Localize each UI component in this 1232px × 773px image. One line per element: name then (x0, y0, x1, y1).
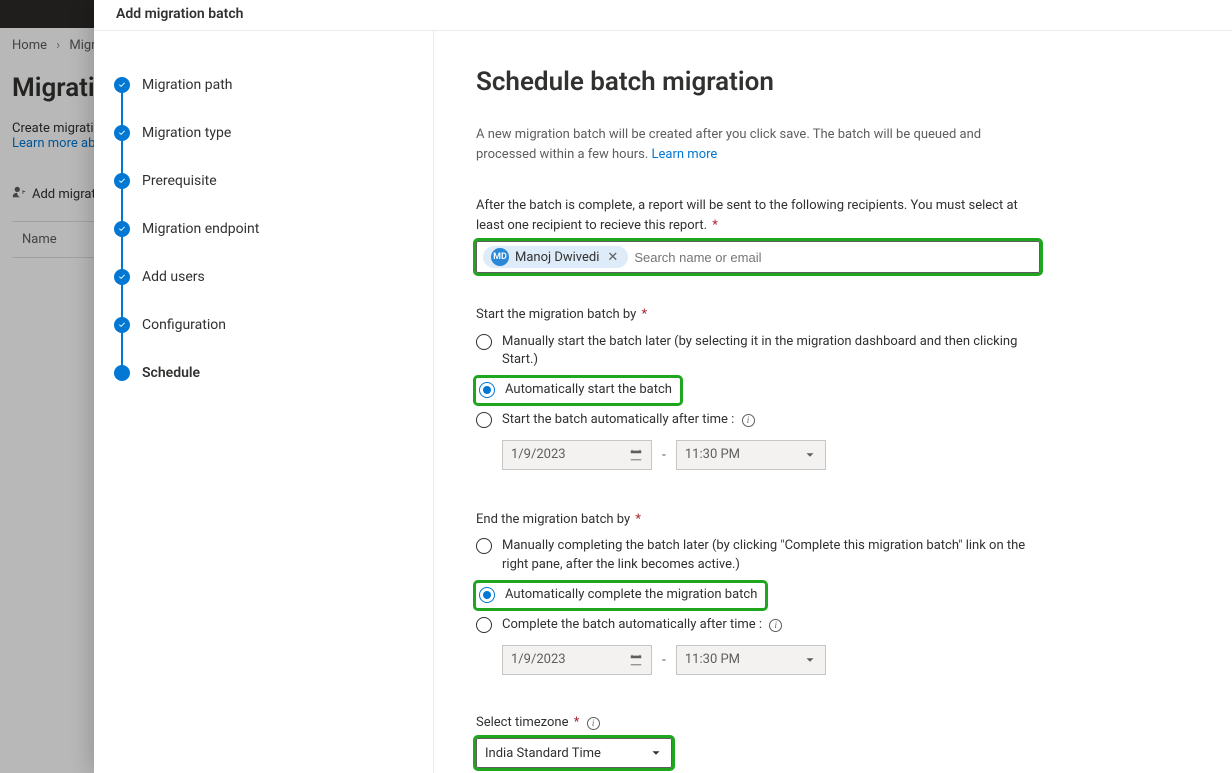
end-option-time[interactable]: Complete the batch automatically after t… (476, 616, 1190, 635)
current-step-icon (114, 365, 130, 381)
end-option-manual[interactable]: Manually completing the batch later (by … (476, 537, 1190, 575)
radio-icon (476, 617, 492, 633)
end-option-auto[interactable]: Automatically complete the migration bat… (476, 583, 765, 608)
learn-more-link[interactable]: Learn more (652, 147, 718, 162)
content-intro: A new migration batch will be created af… (476, 125, 1036, 164)
check-icon (114, 221, 130, 237)
panel-title: Add migration batch (94, 0, 1232, 31)
radio-icon (476, 538, 492, 554)
step-migration-path[interactable]: Migration path (114, 61, 413, 109)
check-icon (114, 317, 130, 333)
recipients-picker[interactable]: MD Manoj Dwivedi ✕ (476, 241, 1040, 273)
content-heading: Schedule batch migration (476, 67, 1190, 97)
chevron-down-icon (649, 746, 663, 760)
step-migration-type[interactable]: Migration type (114, 109, 413, 157)
calendar-icon (629, 448, 643, 462)
check-icon (114, 269, 130, 285)
start-option-auto[interactable]: Automatically start the batch (476, 378, 680, 403)
recipient-chip: MD Manoj Dwivedi ✕ (483, 246, 628, 268)
recipients-input[interactable] (634, 250, 1033, 265)
panel-content: Schedule batch migration A new migration… (434, 31, 1232, 773)
chevron-down-icon (803, 653, 817, 667)
timezone-label: Select timezone * i (476, 713, 1036, 733)
info-icon[interactable]: i (769, 619, 782, 632)
timezone-select[interactable]: India Standard Time (476, 738, 672, 768)
remove-chip-icon[interactable]: ✕ (605, 250, 620, 265)
step-migration-endpoint[interactable]: Migration endpoint (114, 205, 413, 253)
calendar-icon (629, 653, 643, 667)
end-time-input[interactable]: 11:30 PM (676, 645, 826, 675)
recipients-label: After the batch is complete, a report wi… (476, 196, 1036, 235)
radio-icon (476, 334, 492, 350)
start-datetime-row: 1/9/2023 - 11:30 PM (502, 440, 1190, 470)
step-prerequisite[interactable]: Prerequisite (114, 157, 413, 205)
check-icon (114, 125, 130, 141)
avatar: MD (491, 248, 509, 266)
end-batch-label: End the migration batch by * (476, 510, 1036, 530)
start-option-time[interactable]: Start the batch automatically after time… (476, 411, 1190, 430)
start-batch-label: Start the migration batch by * (476, 305, 1036, 325)
required-asterisk: * (712, 218, 718, 233)
radio-selected-icon (479, 587, 495, 603)
migration-panel: Add migration batch Migration path Migra… (94, 0, 1232, 773)
start-option-manual[interactable]: Manually start the batch later (by selec… (476, 333, 1190, 371)
start-date-input[interactable]: 1/9/2023 (502, 440, 652, 470)
end-datetime-row: 1/9/2023 - 11:30 PM (502, 645, 1190, 675)
end-date-input[interactable]: 1/9/2023 (502, 645, 652, 675)
check-icon (114, 173, 130, 189)
radio-selected-icon (479, 382, 495, 398)
step-add-users[interactable]: Add users (114, 253, 413, 301)
step-schedule[interactable]: Schedule (114, 349, 413, 397)
info-icon[interactable]: i (742, 414, 755, 427)
check-icon (114, 77, 130, 93)
wizard-steps: Migration path Migration type Prerequisi… (94, 31, 434, 773)
info-icon[interactable]: i (587, 717, 600, 730)
chevron-down-icon (803, 448, 817, 462)
radio-icon (476, 412, 492, 428)
start-time-input[interactable]: 11:30 PM (676, 440, 826, 470)
step-configuration[interactable]: Configuration (114, 301, 413, 349)
recipient-name: Manoj Dwivedi (515, 250, 599, 265)
